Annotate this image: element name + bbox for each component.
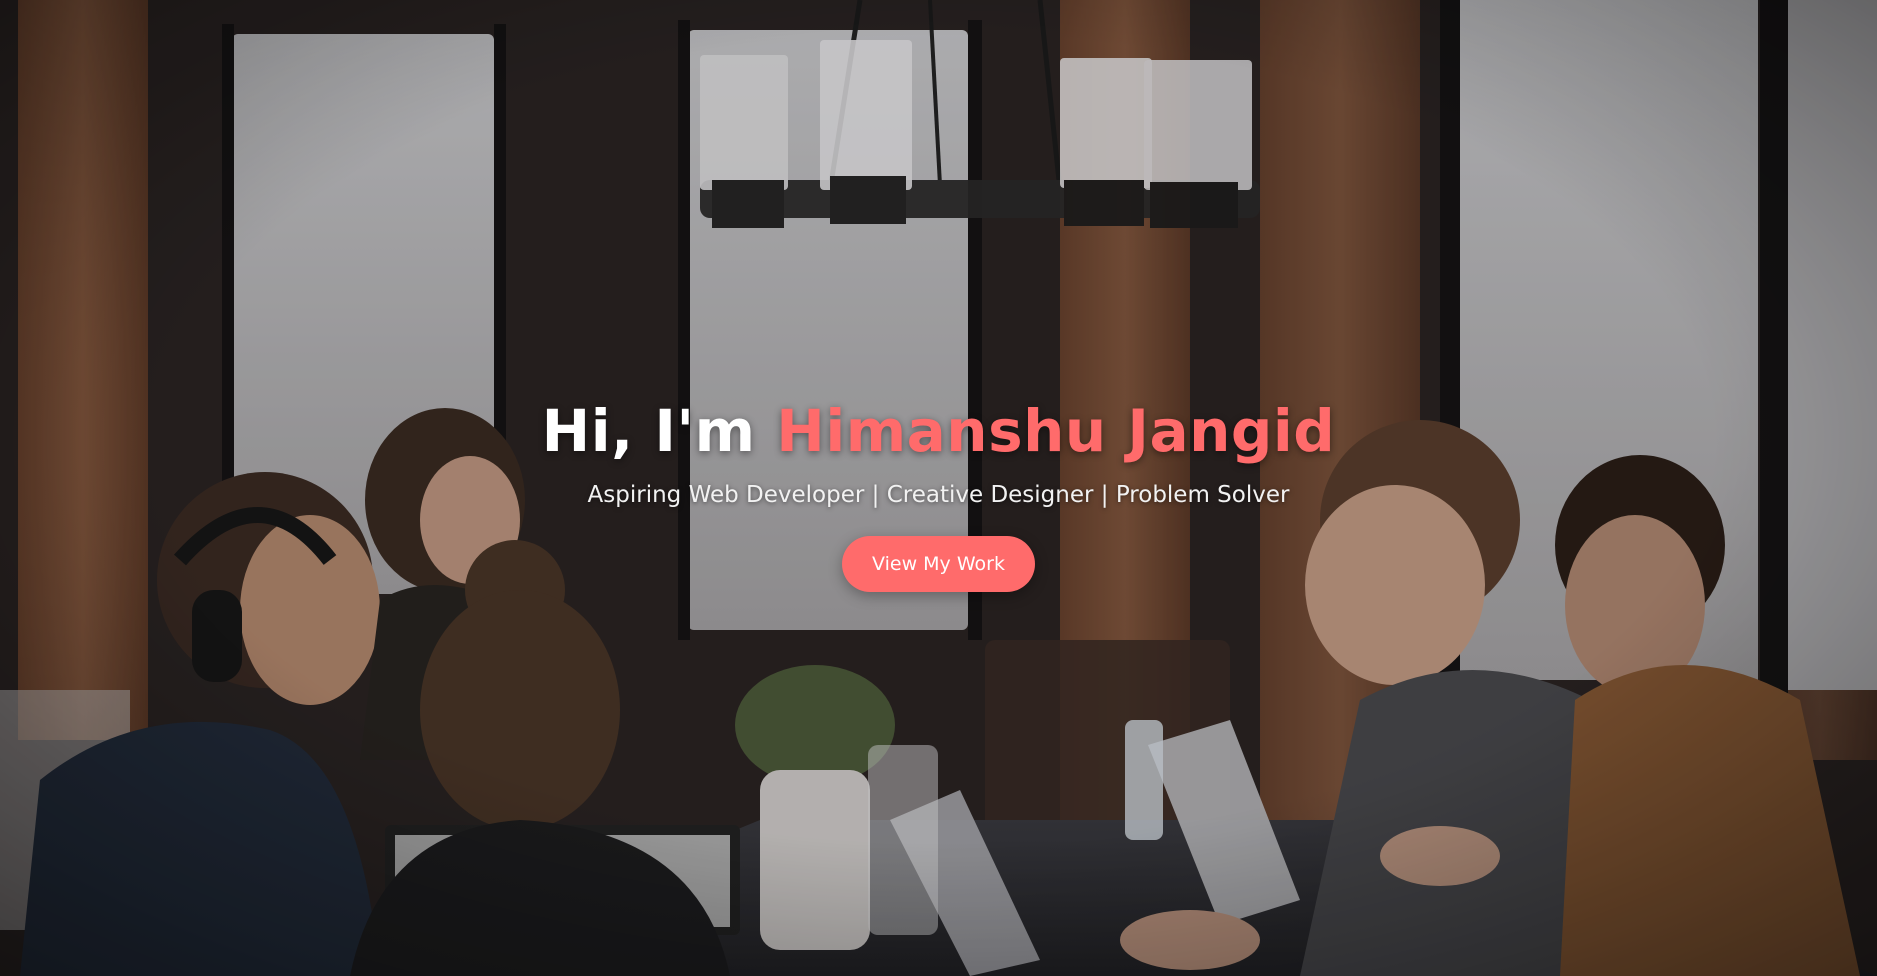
greeting-text: Hi, I'm bbox=[541, 397, 777, 465]
view-my-work-button[interactable]: View My Work bbox=[842, 536, 1035, 592]
hero-name: Himanshu Jangid bbox=[776, 397, 1336, 465]
hero-content: Hi, I'm Himanshu Jangid Aspiring Web Dev… bbox=[0, 396, 1877, 592]
hero-section: Hi, I'm Himanshu Jangid Aspiring Web Dev… bbox=[0, 0, 1877, 976]
hero-headline: Hi, I'm Himanshu Jangid bbox=[0, 396, 1877, 466]
hero-tagline: Aspiring Web Developer | Creative Design… bbox=[587, 482, 1290, 508]
